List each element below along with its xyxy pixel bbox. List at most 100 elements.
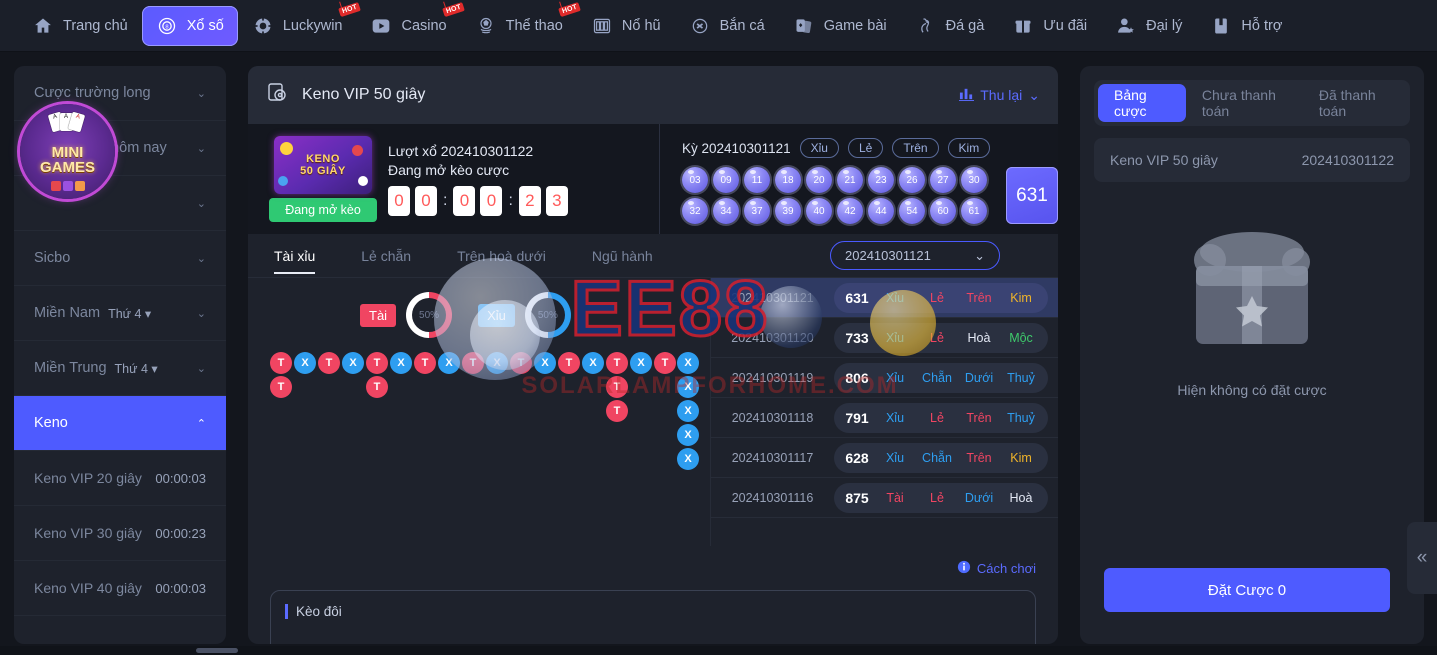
nav-item-n-h-[interactable]: Nổ hũ (577, 6, 675, 46)
nav-item-trang-ch-[interactable]: Trang chủ (18, 6, 142, 46)
sidebar-keno-item-1[interactable]: Keno VIP 30 giây 00:00:23 (14, 506, 226, 561)
horizontal-scrollbar[interactable] (0, 646, 1437, 655)
collapse-panel-button[interactable]: « (1407, 522, 1437, 594)
result-cell-1: Lẻ (930, 410, 944, 425)
sidebar-group-keno[interactable]: Keno ⌃ (14, 396, 226, 451)
result-number: 806 (845, 369, 869, 386)
period-tag-3: Kim (947, 138, 991, 158)
sidebar-keno-item-0[interactable]: Keno VIP 20 giây 00:00:03 (14, 451, 226, 506)
tai-tag: Tài (360, 303, 397, 327)
nav-item-luckywin[interactable]: Luckywin HOT (238, 1, 362, 46)
result-balls-grid: 03 09 11 18 20 21 23 26 27 30 32 34 37 39 40 42 44 54 60 61 (682, 167, 988, 224)
roadmap-dot: T (318, 352, 340, 374)
roadmap-dot: X (486, 352, 508, 374)
sidebar: Cược trường long ⌄ Mở thưởng hôm nay ⌄ ⌄ Sicb… (14, 66, 226, 644)
result-number: 791 (845, 409, 869, 426)
play-icon (370, 15, 392, 37)
bet-slip-game-row[interactable]: Keno VIP 50 giây 202410301122 (1094, 138, 1410, 182)
lottery-ball-icon: 8 (156, 15, 178, 37)
sidebar-group-label: Sicbo (34, 250, 71, 266)
result-ball-14: 40 (806, 198, 832, 224)
sidebar-group-m-th-ng-h-m-nay[interactable]: Mở thưởng hôm nay ⌄ (14, 121, 226, 176)
timer-digit-5: 3 (545, 185, 568, 216)
result-values: 733 Xỉu Lẻ Hoà Mộc (834, 322, 1048, 353)
sidebar-group-mi-n-nam[interactable]: Miền Nam Thứ 4 ▾ ⌄ (14, 286, 226, 341)
nav-item-label: Thể thao (505, 17, 563, 34)
gift-icon (1012, 15, 1034, 37)
roadmap-dot: X (294, 352, 316, 374)
result-row[interactable]: 202410301116 875 Tài Lẻ Dưới Hoà (711, 478, 1058, 518)
result-row[interactable]: 202410301119 806 Xỉu Chẵn Dưới Thuỷ (711, 358, 1058, 398)
roadmap-grid: TTXTXTTXTXTXTXTXTTTXTXXXXX (270, 352, 699, 471)
chevron-down-icon: ⌄ (196, 362, 206, 375)
nav-item--u-i[interactable]: Ưu đãi (998, 6, 1101, 46)
bet-slip-tab-b-ng-c-c[interactable]: Bảng cược (1098, 84, 1186, 122)
result-values: 628 Xỉu Chẵn Trên Kim (834, 442, 1048, 473)
nav-item-th-thao[interactable]: Thể thao HOT (461, 1, 582, 46)
tai-percent-value: 50% (419, 309, 440, 321)
how-to-play-button[interactable]: Cách chơi (957, 560, 1036, 577)
nav-item-label: Nổ hũ (621, 17, 661, 34)
countdown-timer: 00:00:23 (388, 185, 568, 216)
nav-item-h-tr-[interactable]: Hỗ trợ (1196, 6, 1296, 46)
result-cell-2: Dưới (964, 490, 994, 505)
nav-item--i-l-[interactable]: Đại lý (1101, 6, 1196, 46)
sidebar-group-day[interactable]: Thứ 4 ▾ (115, 361, 158, 376)
bet-slip-tab-ch-a-thanh-to-n[interactable]: Chưa thanh toán (1186, 84, 1303, 122)
soccer-icon (475, 15, 497, 37)
result-ball-10: 32 (682, 198, 708, 224)
roadmap-dot: X (677, 400, 699, 422)
scrollbar-thumb[interactable] (196, 648, 238, 653)
nav-item-x-s-[interactable]: 8 Xổ số (141, 5, 238, 46)
result-row[interactable]: 202410301117 628 Xỉu Chẵn Trên Kim (711, 438, 1058, 478)
roadmap-and-results: Tài 50% Xỉu 50% T T X T X T T X T X T X … (248, 278, 1058, 546)
tab-t-i-x-u[interactable]: Tài xỉu (274, 234, 316, 278)
nav-item-label: Luckywin (282, 17, 343, 34)
period-tag-0: Xỉu (799, 138, 839, 158)
percentage-row: Tài 50% Xỉu 50% (248, 292, 710, 338)
place-bet-button[interactable]: Đặt Cược 0 (1104, 568, 1390, 612)
info-icon (957, 560, 971, 577)
result-ball-19: 61 (961, 198, 987, 224)
nav-item-game-b-i[interactable]: Game bài (779, 6, 901, 46)
result-row[interactable]: 202410301118 791 Xỉu Lẻ Trên Thuỷ (711, 398, 1058, 438)
bet-slip-tab--thanh-to-n[interactable]: Đã thanh toán (1303, 84, 1406, 122)
empty-state: Hiện không có đặt cược (1094, 218, 1410, 398)
result-row[interactable]: 202410301121 631 Xỉu Lẻ Trên Kim (711, 278, 1058, 318)
result-period: 202410301118 (731, 410, 814, 425)
result-ball-4: 20 (806, 167, 832, 193)
nav-item-b-n-c-[interactable]: Bắn cá (675, 6, 779, 46)
sidebar-group-day[interactable]: Thứ 4 ▾ (108, 306, 151, 321)
tab-l-ch-n[interactable]: Lẻ chẵn (361, 234, 411, 278)
keno-game-icon (266, 81, 290, 110)
period-select[interactable]: 202410301121 ⌄ (830, 241, 1000, 270)
empty-state-text: Hiện không có đặt cược (1177, 382, 1327, 398)
previous-round-info: Kỳ 202410301121 Xỉu Lẻ Trên Kim 03 09 11 18 20 21… (660, 124, 1058, 234)
sidebar-group-sicbo[interactable]: Sicbo ⌄ (14, 231, 226, 286)
collapse-stats-button[interactable]: Thu lại ⌄ (959, 86, 1040, 104)
nav-item-label: Hỗ trợ (1241, 17, 1283, 34)
result-cell-3: Kim (1010, 450, 1032, 465)
tab-tr-n-ho-d-i[interactable]: Trên hoà dưới (457, 234, 546, 278)
nav-item-label: Xổ số (186, 17, 224, 34)
sidebar-group-mi-n-trung[interactable]: Miền Trung Thứ 4 ▾ ⌄ (14, 341, 226, 396)
result-row[interactable]: 202410301120 733 Xỉu Lẻ Hoà Mộc (711, 318, 1058, 358)
result-period: 202410301119 (731, 370, 814, 385)
sidebar-keno-timer: 00:00:03 (155, 580, 206, 596)
result-ball-18: 60 (930, 198, 956, 224)
bet-slip-tabs: Bảng cược Chưa thanh toán Đã thanh toán (1094, 80, 1410, 126)
xiu-percent-value: 50% (537, 309, 558, 321)
sidebar-group-c-c-tr-ng-long[interactable]: Cược trường long ⌄ (14, 66, 226, 121)
result-cell-2: Trên (966, 410, 992, 425)
nav-item-casino[interactable]: Casino HOT (356, 1, 466, 46)
bet-slip-period: 202410301122 (1301, 152, 1394, 168)
nav-item--g-[interactable]: Đá gà (901, 6, 999, 46)
chevron-down-icon: ⌄ (1028, 86, 1040, 103)
roadmap-dot: T (366, 352, 388, 374)
roadmap-dot: X (390, 352, 412, 374)
sidebar-keno-item-2[interactable]: Keno VIP 40 giây 00:00:03 (14, 561, 226, 616)
sidebar-group-item-2[interactable]: ⌄ (14, 176, 226, 231)
result-ball-0: 03 (682, 167, 708, 193)
nav-item-label: Trang chủ (63, 17, 128, 34)
tab-ng-h-nh[interactable]: Ngũ hành (592, 234, 653, 278)
